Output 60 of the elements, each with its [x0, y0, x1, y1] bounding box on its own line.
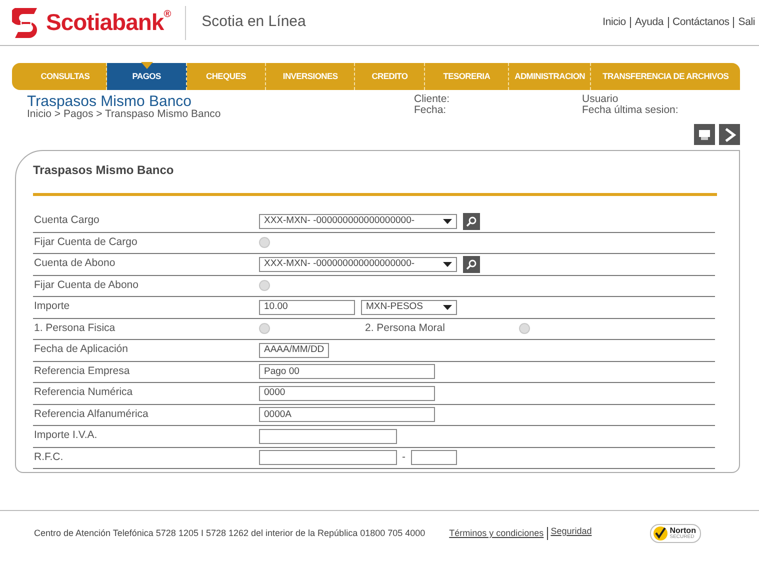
- search-icon: [466, 258, 477, 270]
- client-label: Cliente:: [414, 94, 451, 105]
- contact-text: Centro de Atención Telefónica 5728 1205 I 5728 1262 del interior de la República 01800 705 4000: [34, 526, 426, 540]
- field-label: Referencia Alfanumérica: [33, 406, 150, 422]
- input-field[interactable]: 10.00: [259, 300, 355, 315]
- radio-button[interactable]: [259, 280, 270, 292]
- form-title: Traspasos Mismo Banco: [33, 162, 175, 179]
- input-field[interactable]: [259, 450, 397, 466]
- printer-icon: [698, 128, 711, 140]
- field-label: 1. Persona Fisica: [33, 320, 116, 336]
- input-field[interactable]: Pago 00: [259, 364, 435, 380]
- top-link[interactable]: Inicio: [598, 17, 630, 28]
- field-label: Fijar Cuenta de Abono: [33, 278, 140, 293]
- print-button[interactable]: [694, 124, 715, 145]
- caret-icon: [443, 304, 452, 310]
- input-field[interactable]: [259, 428, 397, 444]
- field-label: 2. Persona Moral: [364, 320, 446, 336]
- nav-tab[interactable]: PAGOS: [107, 63, 187, 90]
- field-label: R.F.C.: [33, 450, 64, 465]
- input-field[interactable]: [410, 450, 456, 466]
- footer-link[interactable]: Seguridad: [546, 526, 592, 540]
- radio-button[interactable]: [259, 323, 270, 334]
- footer-link[interactable]: Términos y condiciones: [449, 526, 544, 540]
- field-label: Importe I.V.A.: [33, 428, 98, 444]
- field-label: Referencia Numérica: [33, 385, 134, 400]
- top-link[interactable]: Sali: [733, 17, 759, 28]
- input-field[interactable]: AAAA/MM/DD: [259, 342, 329, 358]
- radio-button[interactable]: [259, 237, 270, 248]
- date-label: Fecha:: [414, 105, 448, 116]
- select-field[interactable]: XXX-MXN- -000000000000000000-: [259, 256, 457, 272]
- caret-icon: [443, 262, 452, 267]
- field-label: Referencia Empresa: [33, 364, 131, 379]
- check-icon: [652, 526, 668, 541]
- search-button[interactable]: [463, 212, 480, 230]
- input-field[interactable]: 0000A: [259, 407, 435, 422]
- next-button[interactable]: [719, 124, 740, 145]
- badge-title: Norton: [670, 527, 696, 535]
- logo-icon: [12, 8, 40, 38]
- select-field[interactable]: MXN-PESOS: [361, 300, 457, 315]
- search-button[interactable]: [463, 256, 480, 273]
- select-field[interactable]: XXX-MXN- -000000000000000000-: [259, 214, 457, 229]
- field-label: Importe: [33, 299, 71, 314]
- breadcrumb: Inicio > Pagos > Transpaso Mismo Banco: [27, 109, 222, 121]
- product-name: Scotia en Línea: [202, 12, 306, 32]
- brand-name: Scotiabank$^{®}$: [46, 11, 171, 34]
- field-label: Cuenta Cargo: [33, 213, 100, 228]
- last-session-label: Fecha última sesion:: [582, 105, 678, 116]
- input-field[interactable]: 0000: [259, 386, 435, 401]
- separator: -: [402, 450, 406, 465]
- top-link[interactable]: Contáctanos: [668, 17, 734, 28]
- caret-icon: [443, 218, 452, 224]
- top-link[interactable]: Ayuda: [630, 17, 668, 28]
- radio-button[interactable]: [519, 323, 530, 334]
- page-title: Traspasos Mismo Banco: [27, 94, 192, 109]
- chevron-right-icon: [724, 128, 736, 142]
- search-icon: [466, 216, 477, 227]
- user-label: Usuario: [582, 94, 620, 105]
- field-label: Cuenta de Abono: [33, 256, 116, 272]
- field-label: Fijar Cuenta de Cargo: [33, 234, 138, 250]
- field-label: Fecha de Aplicación: [33, 342, 129, 358]
